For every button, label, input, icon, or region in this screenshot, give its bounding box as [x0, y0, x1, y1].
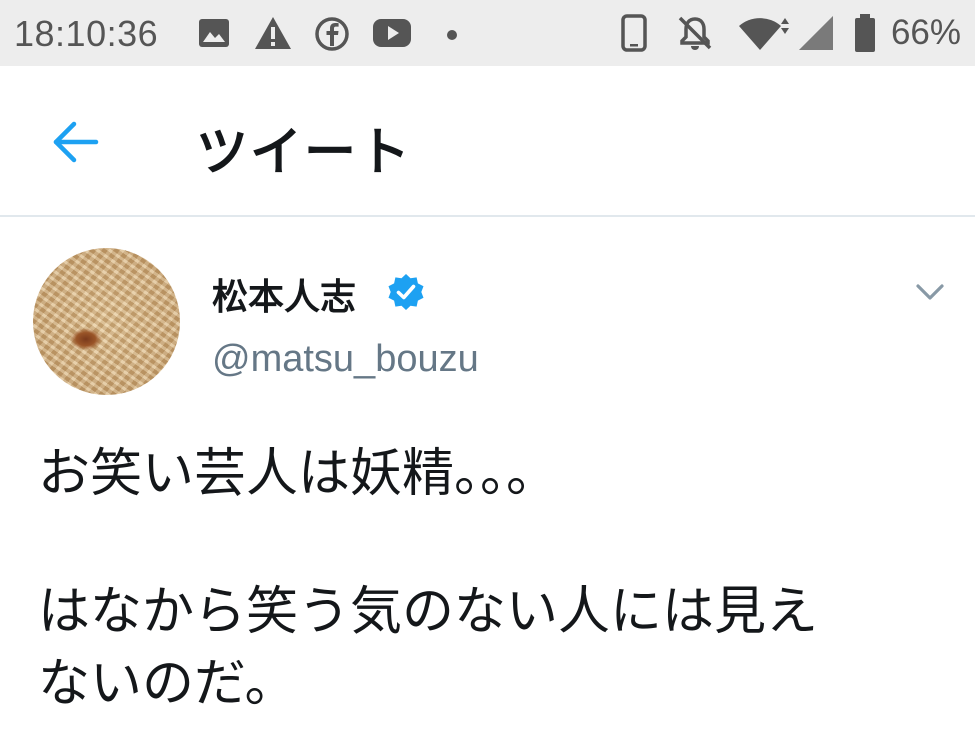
image-icon [198, 18, 230, 52]
user-handle[interactable]: @matsu_bouzu [212, 338, 479, 381]
facebook-icon [314, 16, 350, 56]
signal-icon [797, 14, 837, 56]
tweet-text-line: はなから笑う気のない人には見え [38, 582, 819, 642]
chevron-down-icon [916, 284, 944, 300]
tweet-text: お笑い芸人は妖精。。。 はなから笑う気のない人には見え ないのだ。 [38, 438, 958, 720]
notifications-off-icon [676, 14, 714, 56]
status-time: 18:10:36 [14, 13, 159, 54]
status-bar: 18:10:36 66% [0, 0, 975, 66]
tweet-options-button[interactable] [910, 272, 950, 312]
wifi-icon [737, 14, 793, 56]
header-divider [0, 215, 975, 217]
page-title: ツイート [196, 123, 413, 183]
avatar[interactable] [33, 248, 180, 395]
arrow-left-icon [53, 121, 99, 163]
battery-percentage: 66% [890, 13, 961, 52]
phone-icon [621, 14, 647, 56]
top-app-bar: ツイート [0, 66, 975, 216]
battery-icon [853, 13, 877, 57]
dot-icon [445, 27, 459, 46]
verified-badge-icon [386, 272, 426, 312]
youtube-icon [372, 18, 412, 52]
tweet-text-line: ないのだ。 [38, 654, 297, 714]
warning-icon [254, 16, 292, 54]
display-name[interactable]: 松本人志 [212, 268, 356, 320]
tweet-text-line: お笑い芸人は妖精。。。 [38, 444, 559, 504]
back-button[interactable] [48, 114, 104, 170]
